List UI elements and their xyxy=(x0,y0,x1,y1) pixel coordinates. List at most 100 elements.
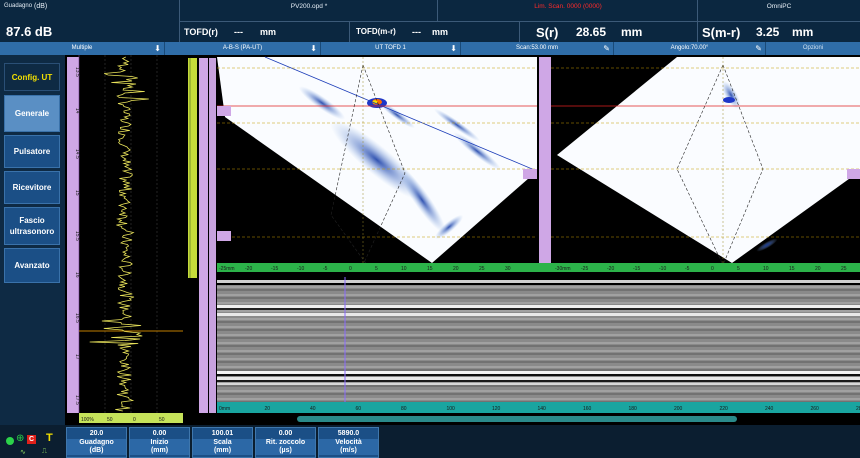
param-gain[interactable]: 20.0 Guadagno (dB) xyxy=(66,427,127,458)
view-layout-dropdown[interactable]: A-B-S (PA-UT) ⬇ xyxy=(165,42,321,55)
scan-tick-label: 0mm xyxy=(219,406,230,412)
record-icon[interactable]: C xyxy=(27,435,36,444)
param-velocity[interactable]: 5890.0 Velocità (m/s) xyxy=(318,427,379,458)
s-scan-right[interactable]: CL -30mm -25 -20 -15 -10 -5 0 5 10 15 20 25 xyxy=(537,55,860,277)
x-tick-label: -25mm xyxy=(219,266,235,272)
options-button[interactable]: Opzioni xyxy=(766,42,860,55)
depth-tick-label: 17.5 xyxy=(74,395,80,405)
gain-readout[interactable]: Guadagno (dB) 87.6 dB xyxy=(0,0,180,42)
scan-position-field[interactable]: Scan:53.00 mm ✎ xyxy=(461,42,614,55)
s-r-value: 28.65 xyxy=(576,25,607,39)
x-tick-label: -10 xyxy=(297,266,304,272)
param-range[interactable]: 100.01 Scala (mm) xyxy=(192,427,253,458)
tofd-mr-label: TOFD(m-r) xyxy=(356,27,396,36)
depth-tick-label: 17 xyxy=(74,354,80,360)
s-mr-label: S(m-r) xyxy=(702,25,741,40)
tofd-mr-readout[interactable]: TOFD(m-r) --- mm xyxy=(350,22,520,42)
dropdown-arrow-icon: ⬇ xyxy=(450,44,457,53)
x-tick-label: 5 xyxy=(737,266,740,272)
depth-tick-label: 14 xyxy=(74,108,80,114)
x-tick-label: 20 xyxy=(815,266,821,272)
options-label: Opzioni xyxy=(802,45,824,51)
param-wedge-delay[interactable]: 0.00 Rit. zoccolo (µs) xyxy=(255,427,316,458)
menu-config-label: Config. UT xyxy=(11,72,53,82)
angle-label: Angolo:70.00° xyxy=(670,45,709,51)
status-led-icon xyxy=(6,437,14,445)
depth-tick-label: 13.5 xyxy=(74,67,80,77)
amplitude-tick-label: 0 xyxy=(133,417,136,423)
param-value: 20.0 xyxy=(89,430,104,437)
menu-item-generale[interactable]: Generale xyxy=(4,95,60,132)
scan-tick-label: 240 xyxy=(765,406,774,412)
tofd-r-readout[interactable]: TOFD(r) --- mm xyxy=(180,22,350,42)
menu-item-label: Pulsatore xyxy=(13,147,51,156)
x-tick-label: 20 xyxy=(453,266,459,272)
s-mr-readout[interactable]: S(m-r) 3.25 mm xyxy=(698,22,860,42)
param-label: Scala (mm) xyxy=(193,439,252,455)
x-tick-label: 0 xyxy=(711,266,714,272)
x-tick-label: 25 xyxy=(841,266,847,272)
scan-tick-label: 280 xyxy=(856,406,860,412)
dropdown-arrow-icon: ⬇ xyxy=(154,44,161,53)
menu-config-ut[interactable]: Config. UT xyxy=(4,63,60,91)
device-cell: OmniPC xyxy=(698,0,860,21)
scan-tick-label: 180 xyxy=(629,406,638,412)
depth-tick-label: 16 xyxy=(74,272,80,278)
cl-label: CL xyxy=(720,60,728,66)
waveform-icon[interactable]: ⎍ xyxy=(42,448,47,456)
param-label: Velocità (m/s) xyxy=(319,439,378,455)
menu-item-fascio[interactable]: Fascio ultrasonoro xyxy=(4,207,60,245)
layout-mode-dropdown[interactable]: Multiple ⬇ xyxy=(0,42,165,55)
scan-tick-label: 260 xyxy=(811,406,820,412)
param-value: 100.01 xyxy=(211,430,234,437)
x-tick-label: 0 xyxy=(349,266,352,272)
menu-item-pulsatore[interactable]: Pulsatore xyxy=(4,135,60,168)
param-start[interactable]: 0.00 Inizio (mm) xyxy=(129,427,190,458)
d-scan-panel[interactable]: 0mm 20 40 60 80 100 120 140 160 180 200 220 240 260 28… xyxy=(217,277,860,425)
scan-tick-label: 80 xyxy=(401,406,407,412)
x-tick-label: -5 xyxy=(323,266,328,272)
file-title: PV200.opd * xyxy=(290,3,328,10)
gain-small-label: Guadagno xyxy=(4,3,33,9)
scan-tick-label: 60 xyxy=(356,406,362,412)
tofd-r-unit: mm xyxy=(260,27,277,37)
top-status-bar: Guadagno (dB) 87.6 dB PV200.opd * Lim. S… xyxy=(0,0,860,42)
s-r-unit: mm xyxy=(621,25,643,39)
angle-field[interactable]: Angolo:70.00° ✎ xyxy=(614,42,766,55)
x-tick-label: 10 xyxy=(401,266,407,272)
group-label: UT TOFD 1 xyxy=(375,45,406,51)
vertical-rulers xyxy=(185,55,217,425)
depth-tick-label: 14.5 xyxy=(74,149,80,159)
x-tick-label: 15 xyxy=(427,266,433,272)
target-icon[interactable]: ⊕ xyxy=(16,433,24,444)
depth-tick-label: 15.5 xyxy=(74,231,80,241)
param-value: 5890.0 xyxy=(337,430,360,437)
x-tick-label: 5 xyxy=(375,266,378,272)
scan-tick-label: 100 xyxy=(447,406,456,412)
s-r-readout[interactable]: S(r) 28.65 mm xyxy=(520,22,698,42)
x-tick-label: -5 xyxy=(685,266,690,272)
wave-icon[interactable]: ∿ xyxy=(20,448,26,456)
menu-item-label: Avanzato xyxy=(14,261,50,270)
tofd-mr-unit: mm xyxy=(432,27,449,37)
x-tick-label: -25 xyxy=(581,266,588,272)
scan-tick-label: 200 xyxy=(674,406,683,412)
menu-item-ricevitore[interactable]: Ricevitore xyxy=(4,171,60,204)
x-tick-label: 10 xyxy=(763,266,769,272)
group-dropdown[interactable]: UT TOFD 1 ⬇ xyxy=(321,42,461,55)
left-menu: Config. UT Generale Pulsatore Ricevitore… xyxy=(0,55,65,425)
toolbar: Multiple ⬇ A-B-S (PA-UT) ⬇ UT TOFD 1 ⬇ S… xyxy=(0,42,860,55)
scan-scrollbar[interactable] xyxy=(297,416,737,422)
text-tool-icon[interactable]: T xyxy=(46,432,53,444)
amplitude-tick-label: 50 xyxy=(159,417,165,423)
s-scan-left[interactable]: CL -25mm -20 -15 -10 -5 0 5 10 15 20 25 30 xyxy=(217,55,537,277)
depth-tick-label: 15 xyxy=(74,190,80,196)
layout-mode-label: Multiple xyxy=(71,45,93,51)
x-tick-label: 15 xyxy=(789,266,795,272)
menu-item-avanzato[interactable]: Avanzato xyxy=(4,248,60,283)
x-tick-label: -15 xyxy=(633,266,640,272)
scan-tick-label: 20 xyxy=(265,406,271,412)
param-label: Guadagno (dB) xyxy=(67,439,126,455)
a-scan-panel[interactable]: 13.51414.51515.51616.51717.5 100%5005010… xyxy=(65,55,185,425)
scan-tick-label: 220 xyxy=(720,406,729,412)
